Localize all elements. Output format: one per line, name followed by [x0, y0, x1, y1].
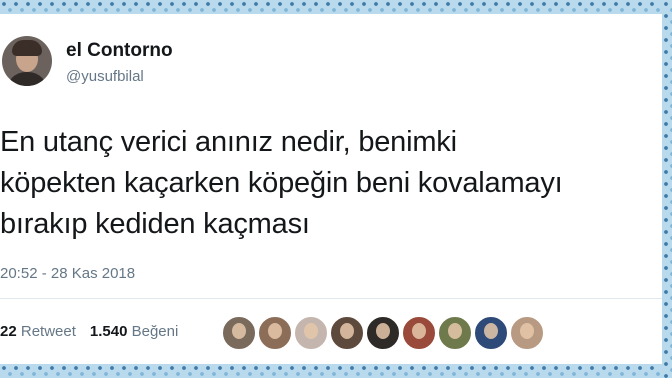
- tweet-text: En utanç verici anınız nedir, benimki kö…: [0, 126, 563, 240]
- liker-avatar-face: [340, 323, 354, 339]
- liker-avatar[interactable]: [330, 316, 364, 350]
- liker-avatar[interactable]: [474, 316, 508, 350]
- liker-avatar[interactable]: [258, 316, 292, 350]
- liker-avatar[interactable]: [366, 316, 400, 350]
- display-name[interactable]: el Contorno: [66, 40, 173, 62]
- like-label[interactable]: Beğeni: [132, 323, 179, 340]
- tweet-card: el Contorno @yusufbilal En utanç verici …: [0, 14, 662, 364]
- like-count[interactable]: 1.540: [90, 323, 128, 340]
- tweet-timestamp[interactable]: 20:52 - 28 Kas 2018: [0, 265, 135, 282]
- liker-avatar[interactable]: [510, 316, 544, 350]
- user-handle[interactable]: @yusufbilal: [66, 68, 144, 85]
- liker-avatar-face: [484, 323, 498, 339]
- liker-avatar-face: [376, 323, 390, 339]
- liker-avatar-face: [304, 323, 318, 339]
- decorative-frame-right: [662, 0, 672, 378]
- liker-avatar-face: [268, 323, 282, 339]
- retweet-label[interactable]: Retweet: [21, 323, 76, 340]
- liker-avatar-face: [412, 323, 426, 339]
- profile-avatar[interactable]: [2, 36, 52, 86]
- liker-avatar-face: [232, 323, 246, 339]
- decorative-frame-top: [0, 0, 672, 14]
- decorative-frame-bottom: [0, 364, 672, 378]
- divider: [0, 298, 662, 299]
- liker-avatar[interactable]: [402, 316, 436, 350]
- avatar-hair: [12, 40, 42, 56]
- retweet-count[interactable]: 22: [0, 323, 17, 340]
- liker-avatar[interactable]: [438, 316, 472, 350]
- avatar-shirt: [6, 72, 48, 86]
- likers-avatar-row: [222, 316, 552, 350]
- engagement-stats: 22 Retweet 1.540 Beğeni: [0, 323, 178, 340]
- liker-avatar[interactable]: [222, 316, 256, 350]
- liker-avatar-face: [448, 323, 462, 339]
- liker-avatar[interactable]: [294, 316, 328, 350]
- liker-avatar-face: [520, 323, 534, 339]
